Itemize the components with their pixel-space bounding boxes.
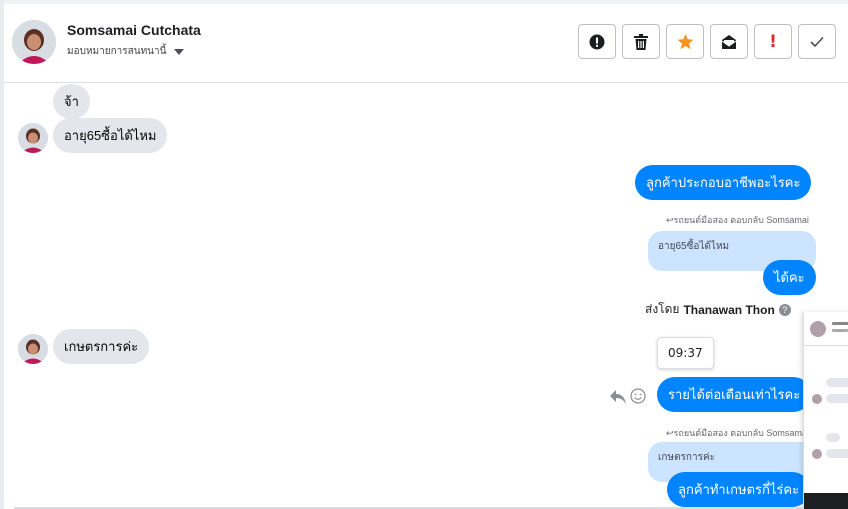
caret-down-icon	[174, 48, 185, 55]
preview-bubble	[826, 378, 848, 387]
preview-footer	[804, 493, 848, 509]
mark-done-button[interactable]	[798, 24, 836, 59]
timestamp-tooltip: 09:37	[657, 337, 714, 369]
preview-panel[interactable]	[803, 312, 848, 509]
check-icon	[810, 36, 824, 47]
reply-arrow-icon: ↩	[666, 428, 674, 438]
mark-unread-button[interactable]	[710, 24, 748, 59]
star-button[interactable]	[666, 24, 704, 59]
conversation-toolbar: !	[578, 24, 836, 59]
incoming-message[interactable]: อายุ65ซื้อได้ไหม	[53, 118, 168, 153]
message-actions	[610, 388, 646, 408]
preview-avatar	[812, 394, 822, 404]
help-icon[interactable]: ?	[778, 303, 791, 316]
incoming-message[interactable]: จ้า	[53, 84, 90, 119]
outgoing-message[interactable]: ลูกค้าทำเกษตรกี่ไร่คะ	[667, 472, 811, 507]
sent-by-prefix: ส่งโดย	[645, 302, 680, 316]
trash-icon	[634, 33, 648, 50]
preview-title-line	[832, 322, 848, 325]
reply-icon[interactable]	[610, 389, 626, 408]
alert-circle-icon	[589, 34, 605, 49]
outgoing-message[interactable]: ลูกค้าประกอบอาชีพอะไรคะ	[635, 165, 812, 200]
sent-by-label: ส่งโดย Thanawan Thon ?	[645, 300, 791, 319]
outgoing-message[interactable]: ได้คะ	[763, 260, 816, 295]
exclamation-icon: !	[769, 31, 777, 52]
follow-up-button[interactable]: !	[754, 24, 792, 59]
preview-avatar	[810, 321, 826, 337]
assign-conversation-dropdown[interactable]: มอบหมายการสนทนานี้	[67, 44, 185, 59]
message-thread[interactable]: จ้า อายุ65ซื้อได้ไหม ลูกค้าประกอบอาชีพอะ…	[4, 84, 848, 509]
outgoing-message[interactable]: รายได้ต่อเดือนเท่าไรคะ	[657, 377, 812, 412]
reply-context-text: รถยนต์มือสอง ตอบกลับ Somsamai	[673, 428, 809, 438]
assign-label: มอบหมายการสนทนานี้	[67, 46, 167, 57]
contact-avatar-small[interactable]	[18, 123, 48, 153]
star-icon	[677, 33, 693, 49]
preview-bubble	[826, 449, 848, 458]
preview-subtitle-line	[832, 329, 848, 332]
emoji-react-icon[interactable]	[630, 388, 646, 408]
preview-avatar	[812, 449, 822, 459]
reply-context-text: รถยนต์มือสอง ตอบกลับ Somsamai	[673, 215, 809, 225]
sent-by-name[interactable]: Thanawan Thon	[683, 303, 774, 317]
contact-avatar-small[interactable]	[18, 334, 48, 364]
preview-header	[804, 312, 848, 346]
reply-arrow-icon: ↩	[666, 215, 674, 225]
preview-bubble	[826, 394, 848, 403]
incoming-message[interactable]: เกษตรการค่ะ	[53, 329, 150, 364]
mark-unread-icon	[721, 34, 737, 49]
contact-name[interactable]: Somsamai Cutchata	[67, 22, 201, 38]
contact-avatar[interactable]	[12, 20, 56, 64]
reply-context-label: ↩รถยนต์มือสอง ตอบกลับ Somsamai	[666, 426, 809, 440]
preview-bubble	[826, 433, 840, 442]
reply-context-label: ↩รถยนต์มือสอง ตอบกลับ Somsamai	[666, 213, 809, 227]
delete-button[interactable]	[622, 24, 660, 59]
conversation-header: Somsamai Cutchata มอบหมายการสนทนานี้ !	[4, 4, 848, 83]
mark-spam-button[interactable]	[578, 24, 616, 59]
